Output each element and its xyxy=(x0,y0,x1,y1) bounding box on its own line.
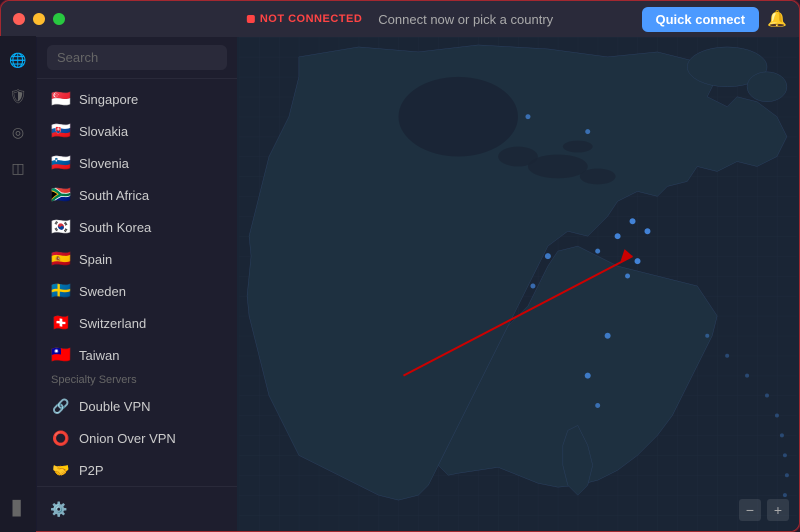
map-zoom-controls: − + xyxy=(739,499,789,521)
specialty-name: Double VPN xyxy=(79,399,151,414)
titlebar-right: Quick connect 🔔 xyxy=(642,7,788,32)
sidebar-nav: 🌐 🛡 ◎ ◫ ▊ xyxy=(1,37,36,531)
country-flag: 🇸🇬 xyxy=(51,89,71,109)
specialty-icon: ⭕ xyxy=(51,428,71,448)
country-name: Switzerland xyxy=(79,316,146,331)
specialty-items: 🔗 Double VPN ⭕ Onion Over VPN 🤝 P2P xyxy=(37,390,237,486)
app-window: NOT CONNECTED Connect now or pick a coun… xyxy=(0,0,800,532)
main-content: 🌐 🛡 ◎ ◫ ▊ 🇸🇬 Singapore 🇸🇰 Slovakia 🇸🇮 Sl… xyxy=(1,37,799,531)
close-button[interactable] xyxy=(13,13,25,25)
nav-globe-icon[interactable]: 🌐 xyxy=(2,44,34,76)
search-input[interactable] xyxy=(47,45,227,70)
zoom-in-button[interactable]: + xyxy=(767,499,789,521)
specialty-icon: 🤝 xyxy=(51,460,71,480)
specialty-icon: 🔗 xyxy=(51,396,71,416)
country-item[interactable]: 🇸🇬 Singapore xyxy=(41,83,233,115)
country-name: South Korea xyxy=(79,220,151,235)
nav-layers-icon[interactable]: ◫ xyxy=(2,152,34,184)
specialty-name: Onion Over VPN xyxy=(79,431,176,446)
map-svg xyxy=(237,37,799,531)
country-flag: 🇸🇰 xyxy=(51,121,71,141)
status-message: Connect now or pick a country xyxy=(378,12,553,27)
titlebar: NOT CONNECTED Connect now or pick a coun… xyxy=(1,1,799,37)
country-item[interactable]: 🇨🇭 Switzerland xyxy=(41,307,233,339)
country-item[interactable]: 🇸🇪 Sweden xyxy=(41,275,233,307)
country-item[interactable]: 🇰🇷 South Korea xyxy=(41,211,233,243)
specialty-item[interactable]: 🤝 P2P xyxy=(41,454,233,486)
country-flag: 🇹🇼 xyxy=(51,345,71,365)
country-flag: 🇨🇭 xyxy=(51,313,71,333)
status-badge-text: NOT CONNECTED xyxy=(260,13,362,25)
minimize-button[interactable] xyxy=(33,13,45,25)
status-dot-icon xyxy=(247,15,255,23)
country-flag: 🇪🇸 xyxy=(51,249,71,269)
country-flag: 🇸🇮 xyxy=(51,153,71,173)
specialty-item[interactable]: 🔗 Double VPN xyxy=(41,390,233,422)
titlebar-center: NOT CONNECTED Connect now or pick a coun… xyxy=(247,12,553,27)
country-flag: 🇿🇦 xyxy=(51,185,71,205)
nav-chart-icon[interactable]: ▊ xyxy=(2,492,34,524)
country-name: South Africa xyxy=(79,188,149,203)
country-item[interactable]: 🇹🇼 Taiwan xyxy=(41,339,233,366)
country-name: Singapore xyxy=(79,92,138,107)
country-item[interactable]: 🇪🇸 Spain xyxy=(41,243,233,275)
maximize-button[interactable] xyxy=(53,13,65,25)
country-flag: 🇰🇷 xyxy=(51,217,71,237)
country-item[interactable]: 🇿🇦 South Africa xyxy=(41,179,233,211)
traffic-lights xyxy=(13,13,65,25)
country-name: Taiwan xyxy=(79,348,119,363)
map-area: − + xyxy=(237,37,799,531)
search-box xyxy=(37,37,237,79)
nav-shield-icon[interactable]: 🛡 xyxy=(2,80,34,112)
specialty-section-label: Specialty Servers xyxy=(37,366,237,390)
settings-icon[interactable]: ⚙️ xyxy=(45,495,73,523)
country-name: Slovakia xyxy=(79,124,128,139)
nav-target-icon[interactable]: ◎ xyxy=(2,116,34,148)
specialty-item[interactable]: ⭕ Onion Over VPN xyxy=(41,422,233,454)
country-name: Spain xyxy=(79,252,112,267)
country-item[interactable]: 🇸🇮 Slovenia xyxy=(41,147,233,179)
country-list: 🇸🇬 Singapore 🇸🇰 Slovakia 🇸🇮 Slovenia 🇿🇦 … xyxy=(37,79,237,366)
specialty-name: P2P xyxy=(79,463,104,478)
country-item[interactable]: 🇸🇰 Slovakia xyxy=(41,115,233,147)
country-flag: 🇸🇪 xyxy=(51,281,71,301)
connection-status: NOT CONNECTED xyxy=(247,13,362,25)
quick-connect-button[interactable]: Quick connect xyxy=(642,7,760,32)
sidebar-bottom: ⚙️ xyxy=(37,486,237,531)
zoom-out-button[interactable]: − xyxy=(739,499,761,521)
sidebar-panel: 🇸🇬 Singapore 🇸🇰 Slovakia 🇸🇮 Slovenia 🇿🇦 … xyxy=(37,37,237,531)
country-name: Slovenia xyxy=(79,156,129,171)
notification-bell-icon[interactable]: 🔔 xyxy=(767,9,787,29)
country-name: Sweden xyxy=(79,284,126,299)
